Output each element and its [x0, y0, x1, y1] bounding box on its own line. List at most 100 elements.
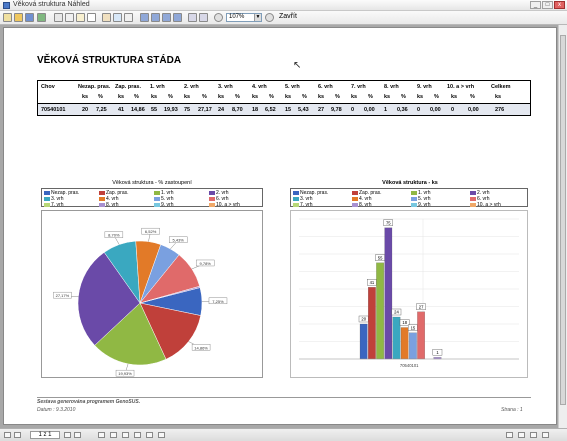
margins-icon[interactable] — [87, 13, 96, 22]
legend-label: 7. vrh — [300, 202, 313, 208]
export-icon[interactable] — [37, 13, 46, 22]
table-cell: 20 — [82, 107, 89, 113]
view-mode-icon[interactable] — [122, 432, 129, 438]
view-mode-icon[interactable] — [158, 432, 165, 438]
table-header-cell: Zap. pras. — [115, 84, 141, 90]
legend-label: 8. vrh — [106, 202, 119, 208]
summary-table: Chov Nezap. pras. Zap. pras. 1. vrh 2. v… — [37, 80, 531, 116]
table-subheader: % — [434, 94, 439, 100]
zoom-out-icon[interactable] — [506, 432, 513, 438]
bar — [359, 323, 368, 360]
print-icon[interactable] — [3, 13, 12, 22]
pie-data-label: 14,86% — [194, 345, 208, 350]
zoom-select[interactable]: 107% ▼ — [226, 13, 262, 22]
zoom-out-icon[interactable] — [214, 13, 223, 22]
table-subheader: ks — [252, 94, 259, 100]
next-page-icon[interactable] — [162, 13, 171, 22]
page-setup-icon[interactable] — [76, 13, 85, 22]
legend-swatch — [352, 196, 358, 201]
table-subheader: ks — [118, 94, 125, 100]
bar-chart: Věková struktura - ks Nezap. pras. Zap. p… — [286, 180, 534, 380]
prev-page-icon[interactable] — [14, 432, 21, 438]
zoom-in-icon[interactable] — [265, 13, 274, 22]
bar — [409, 332, 417, 360]
footer-page: Strana : 1 — [501, 407, 523, 413]
table-subheader: % — [235, 94, 240, 100]
table-subheader: ks — [417, 94, 424, 100]
view-mode-icon[interactable] — [98, 432, 105, 438]
table-cell: 14,86 — [131, 107, 145, 113]
hand-icon[interactable] — [102, 13, 111, 22]
legend-item: 7. vrh — [293, 202, 313, 208]
table-subheader: % — [335, 94, 340, 100]
next-page-icon[interactable] — [64, 432, 71, 438]
scroll-thumb[interactable] — [560, 35, 566, 405]
toolbar: 107% ▼ Zavřít — [0, 11, 567, 25]
bar-legend: Nezap. pras. Zap. pras. 1. vrh 2. vrh 3. vrh… — [290, 188, 528, 208]
legend-item: 9. vrh — [154, 202, 174, 208]
footer-divider — [37, 397, 531, 398]
table-header-cell: Nezap. pras. — [78, 84, 111, 90]
close-window-button[interactable]: x — [554, 1, 565, 9]
table-header-cell: 6. vrh — [318, 84, 333, 90]
legend-item: 10. a > vrh — [470, 202, 501, 208]
open-icon[interactable] — [14, 13, 23, 22]
table-header-cell: 4. vrh — [252, 84, 267, 90]
last-page-icon[interactable] — [74, 432, 81, 438]
minimize-button[interactable]: _ — [530, 1, 541, 9]
prev-page-icon[interactable] — [151, 13, 160, 22]
legend-swatch — [44, 196, 50, 201]
table-cell: 0,00 — [364, 107, 375, 113]
page-indicator[interactable]: 1 z 1 — [30, 431, 60, 439]
table-header: Chov Nezap. pras. Zap. pras. 1. vrh 2. v… — [38, 81, 530, 104]
view-mode-icon[interactable] — [146, 432, 153, 438]
maximize-button[interactable]: □ — [542, 1, 553, 9]
table-header-cell: 8. vrh — [384, 84, 399, 90]
legend-label: 9. vrh — [161, 202, 174, 208]
zoom-icon[interactable] — [113, 13, 122, 22]
app-icon — [3, 2, 10, 9]
legend-swatch — [99, 196, 105, 201]
pie-plot-area: 7,25% 14,86% 19,93% 27,17% 8,70% 6,52% 5,43% 9,… — [41, 210, 263, 378]
bar — [368, 287, 376, 360]
bar — [400, 327, 409, 360]
find-icon[interactable] — [54, 13, 63, 22]
bar-data-label: 18 — [402, 320, 407, 325]
table-subheader: ks — [351, 94, 358, 100]
first-page-icon[interactable] — [4, 432, 11, 438]
table-subheader: % — [168, 94, 173, 100]
table-header-cell: 7. vrh — [351, 84, 366, 90]
table-header-cell: 9. vrh — [417, 84, 432, 90]
table-cell: 8,70 — [232, 107, 243, 113]
table-subheader: % — [98, 94, 103, 100]
vertical-scrollbar[interactable] — [558, 25, 567, 428]
view-mode-icon[interactable] — [134, 432, 141, 438]
multipage-icon[interactable] — [188, 13, 197, 22]
zoom-in-icon[interactable] — [518, 432, 525, 438]
table-cell: 276 — [495, 107, 505, 113]
copy-icon[interactable] — [65, 13, 74, 22]
legend-swatch — [154, 190, 160, 195]
legend-item: 7. vrh — [44, 202, 64, 208]
table-header-cell: Chov — [41, 84, 55, 90]
fit-page-icon[interactable] — [530, 432, 537, 438]
table-cell: 7,25 — [96, 107, 107, 113]
save-icon[interactable] — [25, 13, 34, 22]
legend-swatch — [411, 202, 417, 207]
fit-width-icon[interactable] — [542, 432, 549, 438]
legend-item: 10. a > vrh — [209, 202, 240, 208]
chevron-down-icon[interactable]: ▼ — [254, 14, 261, 21]
table-header-cell: 2. vrh — [184, 84, 199, 90]
view-mode-icon[interactable] — [110, 432, 117, 438]
table-subheader: ks — [218, 94, 225, 100]
one-page-icon[interactable] — [199, 13, 208, 22]
first-page-icon[interactable] — [140, 13, 149, 22]
table-row: 70540101 20 7,25 41 14,86 55 19,93 75 27… — [38, 104, 530, 115]
close-preview-button[interactable]: Zavřít — [279, 13, 297, 20]
legend-swatch — [470, 196, 476, 201]
last-page-icon[interactable] — [173, 13, 182, 22]
legend-swatch — [411, 196, 417, 201]
table-cell: 6,52 — [265, 107, 276, 113]
table-header-cell: Celkem — [491, 84, 511, 90]
search-icon[interactable] — [124, 13, 133, 22]
